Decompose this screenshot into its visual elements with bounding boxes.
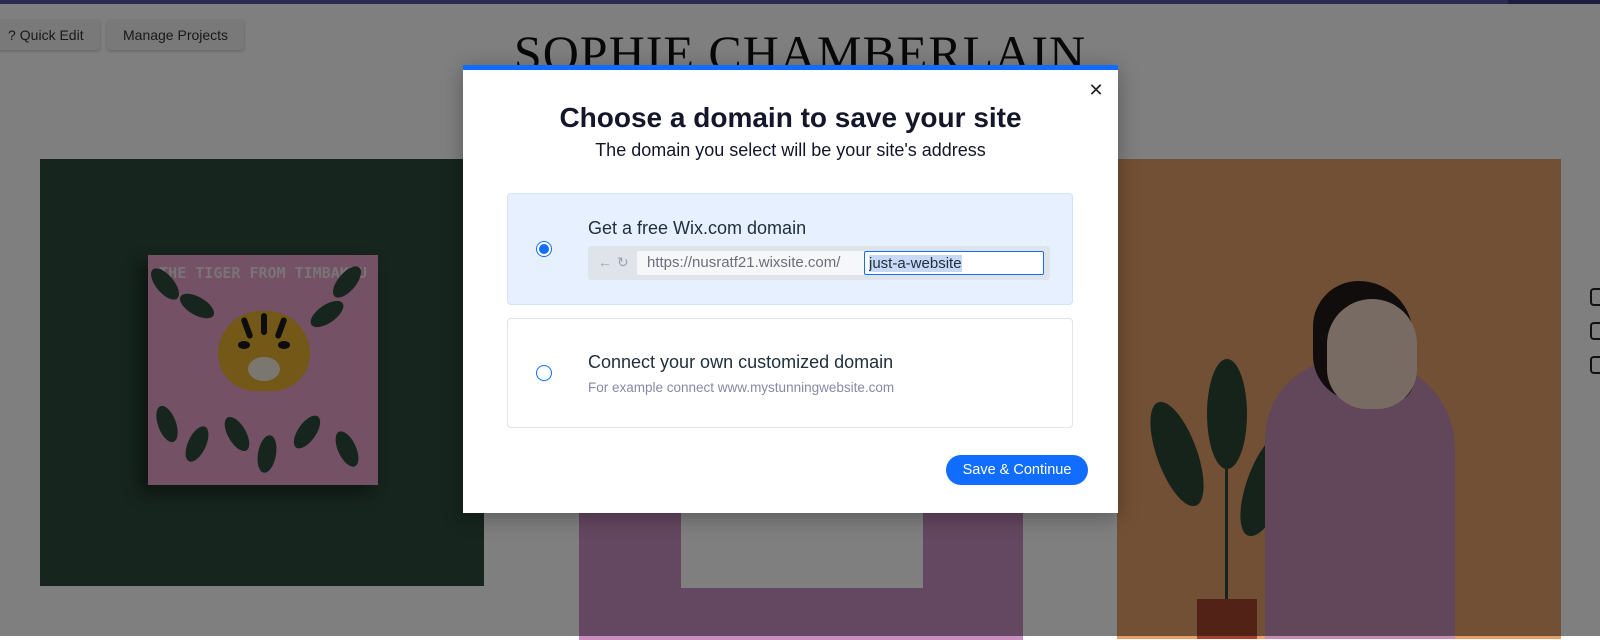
- url-field: https://nusratf21.wixsite.com/: [637, 251, 1044, 275]
- free-domain-label: Get a free Wix.com domain: [588, 218, 807, 238]
- custom-domain-label: Connect your own customized domain: [588, 352, 894, 372]
- custom-domain-radio[interactable]: [536, 365, 552, 381]
- close-icon[interactable]: ✕: [1086, 80, 1106, 100]
- dialog-subtitle: The domain you select will be your site'…: [595, 140, 986, 160]
- url-bar: ← ↻ https://nusratf21.wixsite.com/: [588, 246, 1050, 280]
- site-address-input[interactable]: [864, 251, 1044, 275]
- url-prefix: https://nusratf21.wixsite.com/: [647, 254, 841, 271]
- refresh-icon: ↻: [617, 254, 629, 270]
- free-domain-option[interactable]: Get a free Wix.com domain ← ↻ https://nu…: [507, 193, 1073, 305]
- free-domain-radio[interactable]: [536, 241, 552, 257]
- dialog-title: Choose a domain to save your site: [559, 102, 1022, 133]
- save-continue-button[interactable]: Save & Continue: [946, 455, 1088, 485]
- choose-domain-dialog: ✕ Choose a domain to save your site The …: [463, 65, 1118, 513]
- arrow-left-icon: ←: [598, 254, 612, 270]
- custom-domain-option[interactable]: Connect your own customized domain For e…: [507, 318, 1073, 428]
- custom-domain-hint: For example connect www.mystunningwebsit…: [588, 380, 895, 395]
